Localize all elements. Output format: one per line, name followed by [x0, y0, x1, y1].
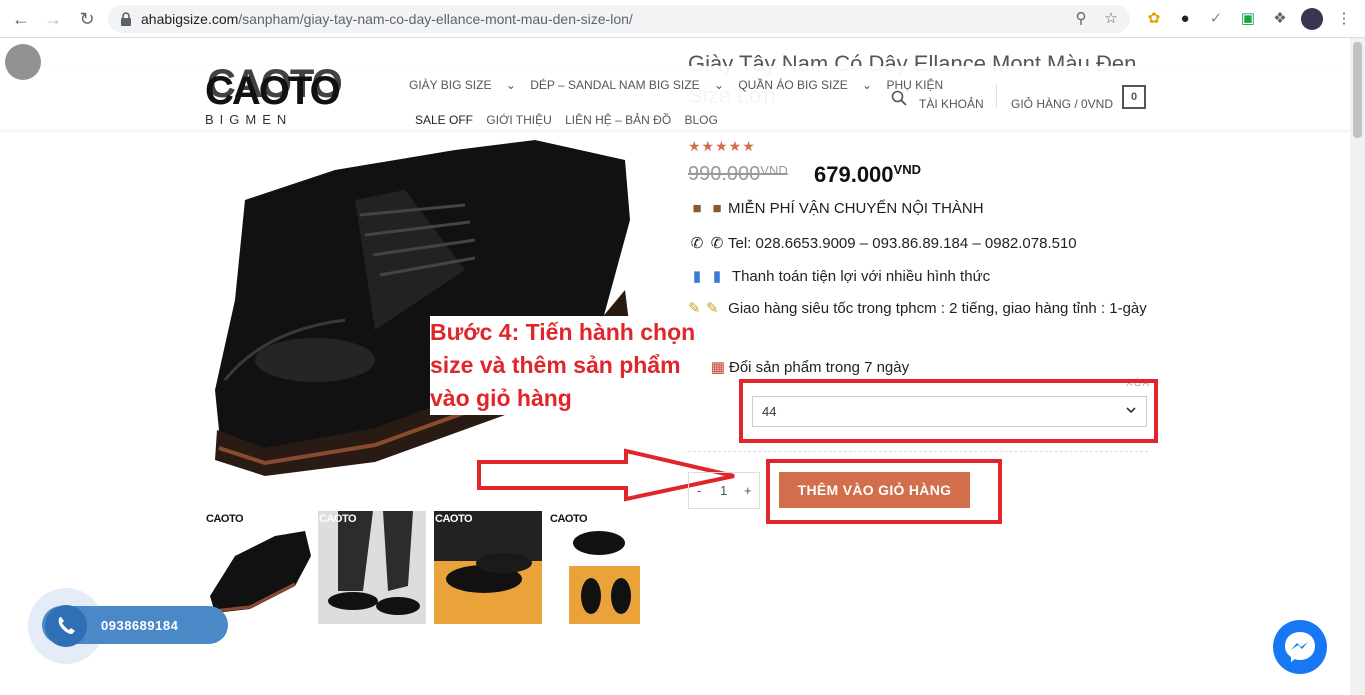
star-icon[interactable]: ☆	[1102, 10, 1120, 28]
new-price: 679.000VND	[814, 162, 921, 187]
back-icon[interactable]: ←	[10, 8, 32, 30]
thumbnail-logo: CAOTO	[206, 513, 244, 525]
thumbnail-3[interactable]: CAOTO	[434, 511, 542, 624]
nav-item-lien-he[interactable]: LIÊN HỆ – BẢN ĐỒ	[565, 113, 671, 127]
account-link[interactable]: TÀI KHOẢN	[919, 97, 984, 111]
nav-item-quan-ao[interactable]: QUẦN ÁO BIG SIZE ⌄	[738, 78, 872, 92]
cart-link[interactable]: GIỎ HÀNG / 0VND	[1011, 97, 1113, 111]
nav-item-dep[interactable]: DÉP – SANDAL NAM BIG SIZE ⌄	[530, 78, 724, 92]
thumbnail-2[interactable]: CAOTO	[318, 511, 426, 624]
nav-item-giay[interactable]: GIÀY BIG SIZE ⌄	[409, 78, 516, 92]
browser-toolbar: ← → ↻ ahabigsize.com/sanpham/giay-tay-na…	[0, 0, 1365, 38]
menu-icon[interactable]: ⋮	[1334, 9, 1354, 29]
tutorial-annotation: Bước 4: Tiến hành chọn size và thêm sản …	[430, 316, 698, 415]
qty-minus-button[interactable]: -	[697, 483, 701, 498]
mobile-icon: ▮	[692, 268, 702, 285]
phone-icon: ✆	[690, 235, 704, 252]
avatar[interactable]	[1301, 8, 1323, 30]
quantity-stepper: - 1 +	[688, 472, 760, 509]
green-extension-icon[interactable]: ▣	[1238, 9, 1258, 29]
briefcase-icon: ■	[712, 200, 722, 217]
mobile-icon: ▮	[712, 268, 722, 285]
extension-icon[interactable]: ✿	[1144, 9, 1164, 29]
thumbnail-logo: CAOTO	[435, 513, 473, 525]
nav-item-sale[interactable]: SALE OFF	[415, 113, 473, 127]
lock-icon	[121, 12, 131, 26]
info-payment: ▮ ▮ Thanh toán tiện lợi với nhiều hình th…	[688, 267, 990, 285]
forward-icon[interactable]: →	[42, 8, 64, 30]
cart-count-badge[interactable]: 0	[1122, 85, 1146, 109]
site-header: CAOTO CAOTO BIGMEN GIÀY BIG SIZE ⌄ DÉP –…	[0, 62, 1350, 130]
puzzle-icon[interactable]: ❖	[1270, 9, 1290, 29]
thumbnail-logo: CAOTO	[550, 513, 588, 525]
phone-circle[interactable]	[45, 605, 87, 647]
memo-icon: ✎	[706, 300, 719, 317]
search-icon[interactable]	[891, 90, 907, 106]
thumbnail-3-image	[434, 511, 542, 624]
header-divider	[996, 84, 997, 108]
url-text: ahabigsize.com/sanpham/giay-tay-nam-co-d…	[141, 11, 633, 27]
qty-plus-button[interactable]: +	[744, 483, 752, 498]
thumbnail-1[interactable]: CAOTO	[205, 511, 313, 624]
info-tel: ✆ ✆ Tel: 028.6653.9009 – 093.86.89.184 – 0…	[688, 234, 1077, 252]
site-logo[interactable]: CAOTO BIGMEN	[205, 71, 341, 127]
shoe-image	[215, 140, 630, 476]
thumbnail-2-image	[318, 511, 426, 624]
info-free-ship: ■ ■ MIỄN PHÍ VẬN CHUYỂN NỘI THÀNH	[688, 200, 983, 217]
old-price: 990.000VND	[688, 163, 788, 185]
thumbnail-1-image	[210, 531, 311, 613]
nav-item-blog[interactable]: BLOG	[685, 113, 718, 127]
main-nav: GIÀY BIG SIZE ⌄ DÉP – SANDAL NAM BIG SIZ…	[409, 78, 954, 92]
secondary-nav: SALE OFF GIỚI THIỆU LIÊN HỆ – BẢN ĐỒ BLO…	[415, 113, 728, 127]
phone-number[interactable]: 0938689184	[101, 618, 178, 633]
calendar-icon: ▦	[710, 359, 726, 376]
phone-icon	[58, 617, 75, 634]
check-extension-icon[interactable]: ✓	[1206, 9, 1226, 29]
web-page: Giày Tây Nam Có Dây Ellance Mont Màu Đen…	[0, 38, 1365, 695]
messenger-button[interactable]	[1273, 620, 1327, 674]
cat-extension-icon[interactable]: ●	[1175, 9, 1195, 29]
scrollbar[interactable]	[1350, 38, 1365, 695]
zoom-icon[interactable]: ⚲	[1072, 10, 1090, 28]
qty-input[interactable]: 1	[720, 483, 727, 498]
thumbnail-4-image	[569, 516, 640, 624]
info-exchange: ▦ Đổi sản phẩm trong 7 ngày	[710, 359, 910, 376]
product-image[interactable]	[205, 130, 645, 500]
highlight-size-box	[739, 379, 1158, 443]
reload-icon[interactable]: ↻	[76, 8, 98, 30]
highlight-add-cart-box	[766, 459, 1002, 524]
floating-dot	[5, 44, 41, 80]
phone-icon: ✆	[710, 235, 724, 252]
nav-item-gioi-thieu[interactable]: GIỚI THIỆU	[486, 113, 551, 127]
address-bar[interactable]: ahabigsize.com/sanpham/giay-tay-nam-co-d…	[108, 5, 1130, 33]
thumbnail-4[interactable]: CAOTO	[549, 511, 640, 624]
info-delivery: ✎ ✎ Giao hàng siêu tốc trong tphcm : 2 ti…	[688, 296, 1148, 322]
rating-stars: ★★★★★	[688, 138, 756, 154]
thumbnail-logo: CAOTO	[319, 513, 357, 525]
scrollbar-thumb[interactable]	[1353, 42, 1362, 138]
briefcase-icon: ■	[692, 200, 702, 217]
messenger-icon	[1285, 632, 1315, 662]
divider	[688, 451, 1148, 452]
